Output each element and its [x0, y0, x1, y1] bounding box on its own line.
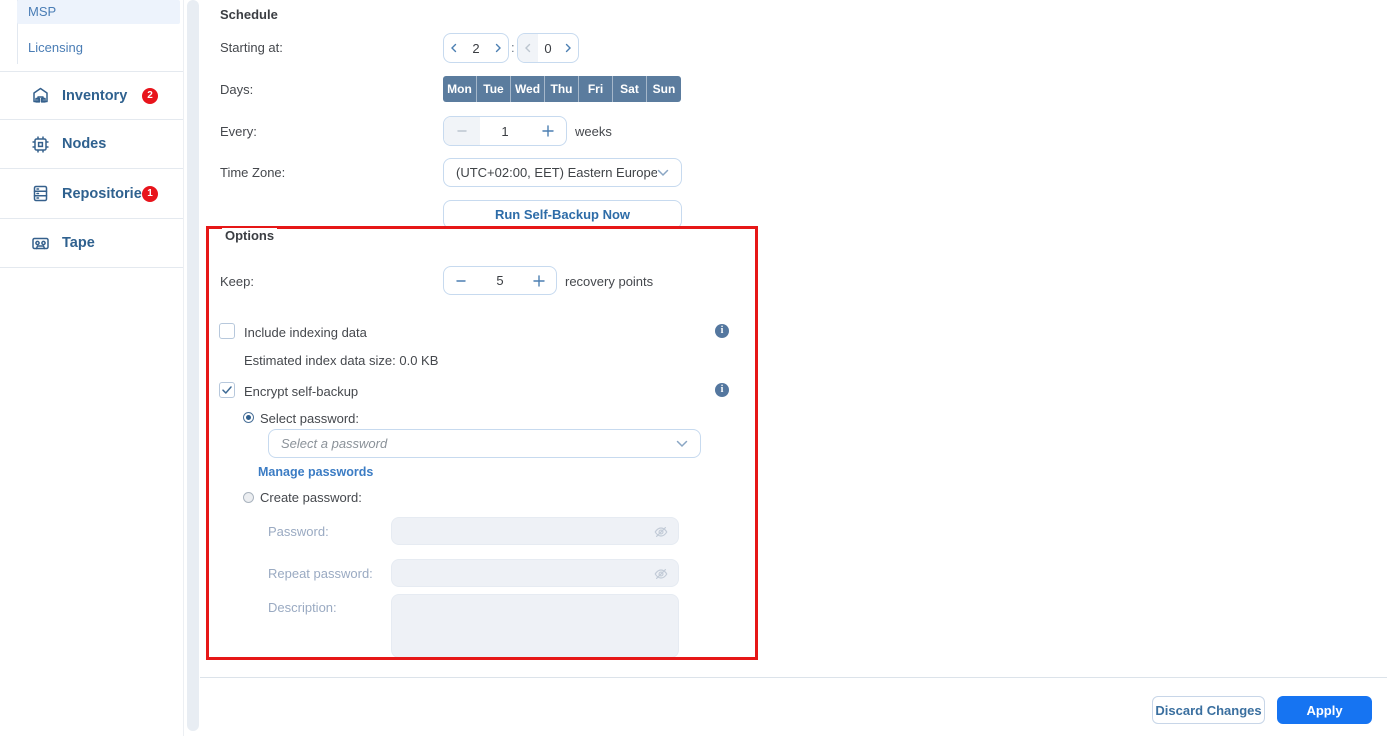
day-button-sun[interactable]: Sun [647, 76, 681, 102]
timezone-select[interactable]: (UTC+02:00, EET) Eastern European... [443, 158, 682, 187]
day-button-mon[interactable]: Mon [443, 76, 477, 102]
every-decrement-button[interactable] [444, 117, 480, 145]
every-label: Every: [220, 124, 257, 139]
keep-value[interactable]: 5 [478, 273, 522, 288]
repeat-password-label: Repeat password: [268, 566, 373, 581]
day-button-thu[interactable]: Thu [545, 76, 579, 102]
every-value[interactable]: 1 [480, 124, 530, 139]
estimated-size-text: Estimated index data size: 0.0 KB [244, 353, 438, 368]
minus-icon [455, 275, 467, 287]
day-button-tue[interactable]: Tue [477, 76, 511, 102]
sidebar-item-label: Repositories [62, 186, 150, 202]
keep-unit-label: recovery points [565, 274, 653, 289]
footer-divider [200, 677, 1387, 678]
every-stepper: 1 [443, 116, 567, 146]
encrypt-checkbox[interactable] [219, 382, 235, 398]
select-password-label: Select password: [260, 411, 359, 426]
sidebar-item-inventory[interactable]: Inventory 2 [0, 72, 183, 119]
hour-increment-button[interactable] [488, 34, 508, 62]
description-textarea[interactable] [391, 594, 679, 658]
repositories-badge: 1 [142, 186, 158, 202]
sidebar: MSP Licensing Inventory 2 Nodes Reposito… [0, 0, 184, 736]
include-indexing-label: Include indexing data [244, 325, 367, 340]
password-field[interactable] [391, 517, 679, 545]
keep-label: Keep: [220, 274, 254, 289]
days-selector: Mon Tue Wed Thu Fri Sat Sun [443, 76, 681, 102]
chevron-right-icon [494, 43, 502, 53]
starting-at-label: Starting at: [220, 40, 283, 55]
run-self-backup-button[interactable]: Run Self-Backup Now [443, 200, 682, 229]
eye-off-icon[interactable] [653, 566, 669, 582]
chevron-down-icon [657, 169, 669, 177]
sidebar-scrollbar[interactable] [187, 0, 199, 731]
chevron-right-icon [564, 43, 572, 53]
repeat-password-input[interactable] [392, 560, 678, 586]
options-section-title: Options [222, 228, 277, 243]
indexing-info-icon[interactable]: i [715, 324, 729, 338]
keep-decrement-button[interactable] [444, 267, 478, 294]
nodes-icon [30, 134, 51, 155]
checkmark-icon [220, 383, 234, 397]
inventory-icon [30, 85, 51, 106]
tape-icon [30, 233, 51, 254]
sidebar-item-msp[interactable]: MSP [17, 0, 180, 24]
repeat-password-field[interactable] [391, 559, 679, 587]
minute-decrement-button[interactable] [518, 34, 538, 62]
sidebar-item-tape[interactable]: Tape [0, 219, 183, 267]
plus-icon [541, 124, 555, 138]
include-indexing-checkbox[interactable] [219, 323, 235, 339]
day-button-fri[interactable]: Fri [579, 76, 613, 102]
password-select[interactable]: Select a password [268, 429, 701, 458]
minus-icon [456, 125, 468, 137]
plus-icon [532, 274, 546, 288]
every-unit-label: weeks [575, 124, 612, 139]
sidebar-item-nodes[interactable]: Nodes [0, 120, 183, 168]
sidebar-item-label: Nodes [62, 136, 106, 152]
apply-button[interactable]: Apply [1277, 696, 1372, 724]
description-label: Description: [268, 600, 337, 615]
timezone-label: Time Zone: [220, 165, 285, 180]
encrypt-info-icon[interactable]: i [715, 383, 729, 397]
minute-increment-button[interactable] [558, 34, 578, 62]
chevron-left-icon [450, 43, 458, 53]
eye-off-icon[interactable] [653, 524, 669, 540]
create-password-radio[interactable] [243, 492, 254, 503]
manage-passwords-link[interactable]: Manage passwords [258, 465, 373, 479]
repositories-icon [30, 183, 51, 204]
schedule-section-title: Schedule [220, 7, 278, 22]
select-password-radio[interactable] [243, 412, 254, 423]
hour-stepper: 2 [443, 33, 509, 63]
days-label: Days: [220, 82, 253, 97]
sidebar-item-repositories[interactable]: Repositories 1 [0, 169, 183, 218]
password-label: Password: [268, 524, 329, 539]
hour-value[interactable]: 2 [464, 41, 488, 56]
chevron-left-icon [524, 43, 532, 53]
day-button-wed[interactable]: Wed [511, 76, 545, 102]
create-password-label: Create password: [260, 490, 362, 505]
discard-changes-button[interactable]: Discard Changes [1152, 696, 1265, 724]
password-input[interactable] [392, 518, 678, 544]
minute-stepper: 0 [517, 33, 579, 63]
password-select-placeholder: Select a password [281, 436, 676, 451]
inventory-badge: 2 [142, 88, 158, 104]
sidebar-item-licensing[interactable]: Licensing [17, 36, 180, 60]
chevron-down-icon [676, 440, 688, 448]
hour-decrement-button[interactable] [444, 34, 464, 62]
sidebar-item-label: Inventory [62, 88, 127, 104]
minute-value[interactable]: 0 [538, 41, 558, 56]
timezone-selected-value: (UTC+02:00, EET) Eastern European... [456, 165, 657, 180]
encrypt-label: Encrypt self-backup [244, 384, 358, 399]
keep-stepper: 5 [443, 266, 557, 295]
sidebar-border [183, 0, 184, 736]
time-separator: : [511, 40, 515, 55]
every-increment-button[interactable] [530, 117, 566, 145]
keep-increment-button[interactable] [522, 267, 556, 294]
sidebar-item-label: Tape [62, 235, 95, 251]
divider [0, 267, 184, 268]
day-button-sat[interactable]: Sat [613, 76, 647, 102]
